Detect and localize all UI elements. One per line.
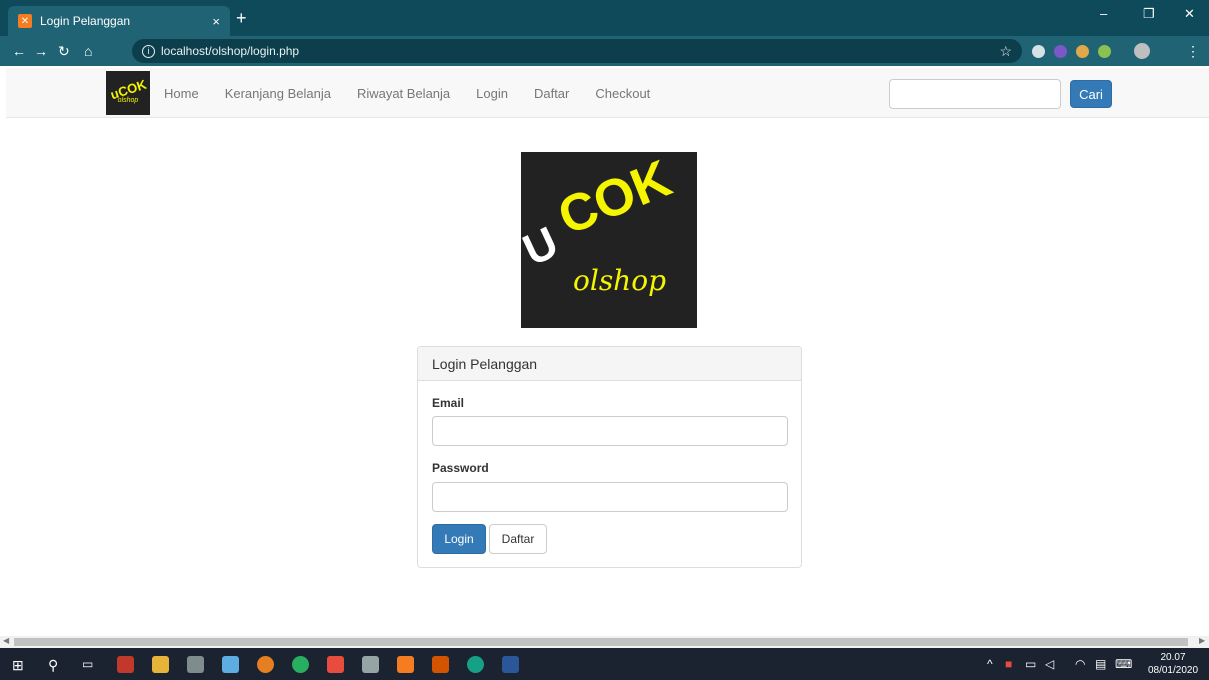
profile-avatar[interactable]	[1134, 43, 1150, 59]
keyboard-icon[interactable]: ⌨	[1115, 657, 1132, 671]
extension-icon[interactable]	[1032, 45, 1045, 58]
email-field[interactable]	[432, 416, 788, 446]
daftar-button[interactable]: Daftar	[489, 524, 547, 554]
reload-icon[interactable]: ↻	[58, 43, 70, 60]
chrome-icon[interactable]	[292, 656, 309, 673]
nav-link-login[interactable]: Login	[476, 86, 508, 101]
tab-title: Login Pelanggan	[40, 14, 131, 28]
scroll-right-icon[interactable]: ▶	[1199, 636, 1205, 645]
email-label: Email	[432, 396, 465, 410]
tab-close-icon[interactable]: ×	[212, 14, 220, 29]
panel-heading: Login Pelanggan	[418, 347, 801, 381]
battery-icon[interactable]: ▭	[1025, 657, 1036, 671]
bookmark-star-icon[interactable]: ☆	[999, 43, 1012, 60]
store-logo: U COK olshop	[521, 152, 697, 328]
word-icon[interactable]	[502, 656, 519, 673]
extension-icon[interactable]	[1076, 45, 1089, 58]
task-view-icon[interactable]: ▭	[82, 657, 93, 671]
app-icon[interactable]	[327, 656, 344, 673]
windows-taskbar: ⊞ ⚲ ▭ ^ ■ ▭ ◁ ◠ ▤ ⌨ 20.07 08/01/2020	[0, 648, 1209, 680]
brand-logo[interactable]: uCOK olshop	[106, 71, 150, 115]
logo-olshop: olshop	[573, 264, 666, 297]
clock-time: 20.07	[1160, 652, 1186, 663]
back-icon[interactable]: ←	[12, 43, 26, 59]
app-icon[interactable]	[362, 656, 379, 673]
scrollbar-thumb[interactable]	[14, 638, 1188, 646]
firefox-icon[interactable]	[257, 656, 274, 673]
address-bar-row: ← → ↻ ⌂ i localhost/olshop/login.php ☆ ⋮	[0, 36, 1209, 66]
site-info-icon[interactable]: i	[142, 44, 155, 58]
extension-icon[interactable]	[1098, 45, 1111, 58]
windows-start-icon[interactable]: ⊞	[12, 657, 24, 674]
powerpoint-icon[interactable]	[432, 656, 449, 673]
minimize-button[interactable]: –	[1100, 6, 1107, 21]
site-navbar: uCOK olshop Home Keranjang Belanja Riway…	[6, 68, 1209, 118]
password-field[interactable]	[432, 482, 788, 512]
wifi-icon[interactable]: ◠	[1075, 657, 1085, 671]
tray-app-icon[interactable]: ■	[1005, 657, 1012, 671]
app-icon[interactable]	[222, 656, 239, 673]
login-panel: Login Pelanggan Email Password Login Daf…	[417, 346, 802, 568]
volume-icon[interactable]: ◁	[1045, 657, 1054, 671]
search-input[interactable]	[889, 79, 1061, 109]
tray-chevron-icon[interactable]: ^	[987, 657, 993, 671]
nav-link-keranjang[interactable]: Keranjang Belanja	[225, 86, 331, 101]
file-explorer-icon[interactable]	[152, 656, 169, 673]
app-icon[interactable]	[117, 656, 134, 673]
system-clock[interactable]: 20.07 08/01/2020	[1144, 651, 1202, 677]
horizontal-scrollbar[interactable]: ◀ ▶	[0, 636, 1209, 648]
menu-kebab-icon[interactable]: ⋮	[1186, 43, 1200, 60]
logo-letter-u: U	[521, 217, 566, 276]
nav-links: Home Keranjang Belanja Riwayat Belanja L…	[164, 68, 676, 118]
nav-link-home[interactable]: Home	[164, 86, 199, 101]
xampp-icon[interactable]	[397, 656, 414, 673]
nav-link-daftar[interactable]: Daftar	[534, 86, 569, 101]
search-button[interactable]: Cari	[1070, 80, 1112, 108]
extension-icon[interactable]	[1054, 45, 1067, 58]
forward-icon[interactable]: →	[34, 43, 48, 59]
notification-icon[interactable]: ▤	[1095, 657, 1106, 671]
app-icon[interactable]	[467, 656, 484, 673]
app-icon[interactable]	[187, 656, 204, 673]
close-window-button[interactable]: ✕	[1184, 6, 1195, 22]
url-text: localhost/olshop/login.php	[161, 44, 300, 58]
clock-date: 08/01/2020	[1147, 665, 1199, 676]
search-icon[interactable]: ⚲	[48, 657, 58, 674]
home-icon[interactable]: ⌂	[84, 43, 92, 59]
nav-link-checkout[interactable]: Checkout	[595, 86, 650, 101]
nav-link-riwayat[interactable]: Riwayat Belanja	[357, 86, 450, 101]
password-label: Password	[432, 461, 489, 475]
login-button[interactable]: Login	[432, 524, 486, 554]
browser-tab-bar: ✕ Login Pelanggan × + – ❐ ✕	[0, 0, 1209, 36]
browser-tab[interactable]: ✕ Login Pelanggan ×	[8, 6, 230, 36]
restore-button[interactable]: ❐	[1143, 6, 1155, 22]
logo-cok: COK	[550, 152, 680, 247]
scroll-left-icon[interactable]: ◀	[3, 636, 9, 645]
xampp-favicon-icon: ✕	[18, 14, 32, 28]
url-field[interactable]: i localhost/olshop/login.php ☆	[132, 39, 1022, 63]
new-tab-button[interactable]: +	[236, 8, 247, 29]
